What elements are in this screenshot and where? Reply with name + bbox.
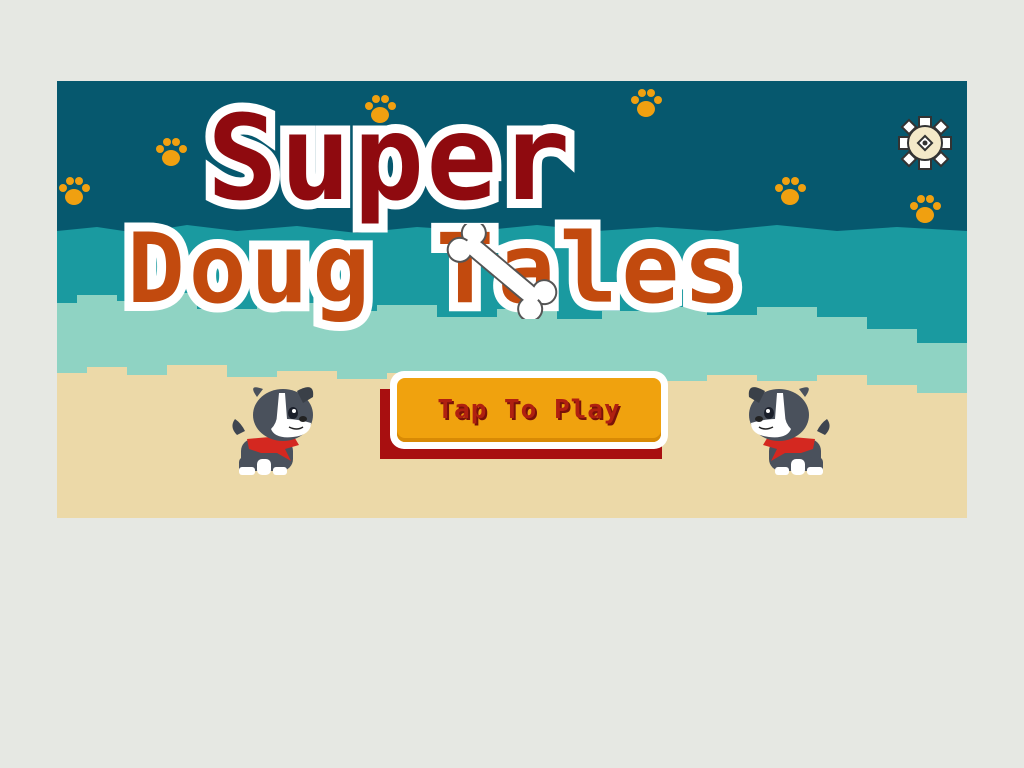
tap-to-play-label: Tap To Play [437,395,621,425]
paw-print-icon [910,195,941,223]
button-frame: Tap To Play [390,371,668,449]
puppy-character [232,387,314,475]
bone-icon [446,224,558,319]
game-title-doug-tales: Doug Tales [118,212,750,326]
gear-icon[interactable] [895,113,955,173]
button-face: Tap To Play [397,378,661,442]
paw-print-icon [775,177,806,205]
paw-print-icon [631,89,662,117]
tap-to-play-button[interactable]: Tap To Play [380,371,676,463]
paw-print-icon [156,138,187,166]
game-title-super: Super [198,89,579,227]
paw-print-icon [59,177,90,205]
puppy-character [748,387,830,475]
game-screen[interactable]: Super Doug Tales Tap To Play [57,81,967,518]
